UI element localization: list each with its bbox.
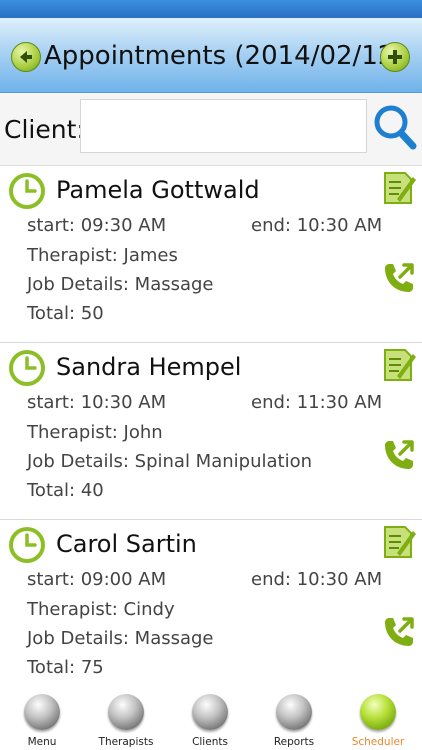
search-button[interactable] (372, 103, 418, 151)
client-search-input[interactable] (80, 99, 367, 153)
back-arrow-icon (20, 51, 32, 63)
tab-menu[interactable]: Menu (0, 690, 84, 750)
menu-ball-icon (24, 694, 60, 730)
phone-callback-icon[interactable] (381, 437, 415, 473)
end-time: end: 10:30 AM (251, 215, 383, 236)
add-appointment-button[interactable] (380, 42, 410, 72)
clock-icon (9, 350, 45, 386)
back-button[interactable] (11, 42, 41, 72)
job-details: Job Details: Spinal Manipulation (27, 451, 312, 472)
therapists-ball-icon (108, 694, 144, 730)
tab-clients[interactable]: Clients (168, 690, 252, 750)
page-title: Appointments (2014/02/12) (44, 41, 405, 71)
start-time: start: 09:00 AM (27, 569, 167, 590)
tab-label: Reports (273, 736, 315, 748)
client-name: Carol Sartin (56, 530, 197, 558)
search-icon (374, 105, 417, 150)
tab-scheduler[interactable]: Scheduler (336, 690, 420, 750)
client-search-bar: Client: (0, 93, 422, 166)
reports-ball-icon (276, 694, 312, 730)
phone-callback-icon[interactable] (381, 260, 415, 296)
tab-label: Clients (192, 736, 228, 748)
start-time: start: 10:30 AM (27, 392, 167, 413)
bottom-tab-bar: Menu Therapists Clients Reports Schedule… (0, 690, 422, 750)
phone-callback-icon[interactable] (381, 614, 415, 650)
client-name: Sandra Hempel (56, 353, 242, 381)
therapist: Therapist: Cindy (27, 599, 175, 620)
tab-label: Menu (27, 736, 57, 748)
edit-note-icon[interactable] (381, 169, 417, 207)
job-details: Job Details: Massage (27, 628, 214, 649)
total: Total: 75 (27, 657, 104, 678)
tab-label: Therapists (98, 736, 154, 748)
job-details: Job Details: Massage (27, 274, 214, 295)
total: Total: 40 (27, 480, 104, 501)
tab-label: Scheduler (351, 736, 405, 748)
status-bar (0, 0, 422, 18)
plus-icon (388, 50, 402, 64)
tab-therapists[interactable]: Therapists (84, 690, 168, 750)
header-bar: Appointments (2014/02/12) (0, 18, 422, 93)
edit-note-icon[interactable] (381, 346, 417, 384)
edit-note-icon[interactable] (381, 523, 417, 561)
total: Total: 50 (27, 303, 104, 324)
therapist: Therapist: James (27, 245, 178, 266)
end-time: end: 10:30 AM (251, 569, 383, 590)
start-time: start: 09:30 AM (27, 215, 167, 236)
tab-reports[interactable]: Reports (252, 690, 336, 750)
client-label: Client: (4, 115, 85, 144)
appointment-card[interactable]: Pamela Gottwald start: 09:30 AM end: 10:… (0, 166, 422, 343)
clock-icon (9, 173, 45, 209)
appointment-card[interactable]: Carol Sartin start: 09:00 AM end: 10:30 … (0, 520, 422, 696)
scheduler-ball-icon (360, 694, 396, 730)
appointment-card[interactable]: Sandra Hempel start: 10:30 AM end: 11:30… (0, 343, 422, 520)
end-time: end: 11:30 AM (251, 392, 383, 413)
therapist: Therapist: John (27, 422, 163, 443)
clients-ball-icon (192, 694, 228, 730)
clock-icon (9, 527, 45, 563)
client-name: Pamela Gottwald (56, 176, 260, 204)
